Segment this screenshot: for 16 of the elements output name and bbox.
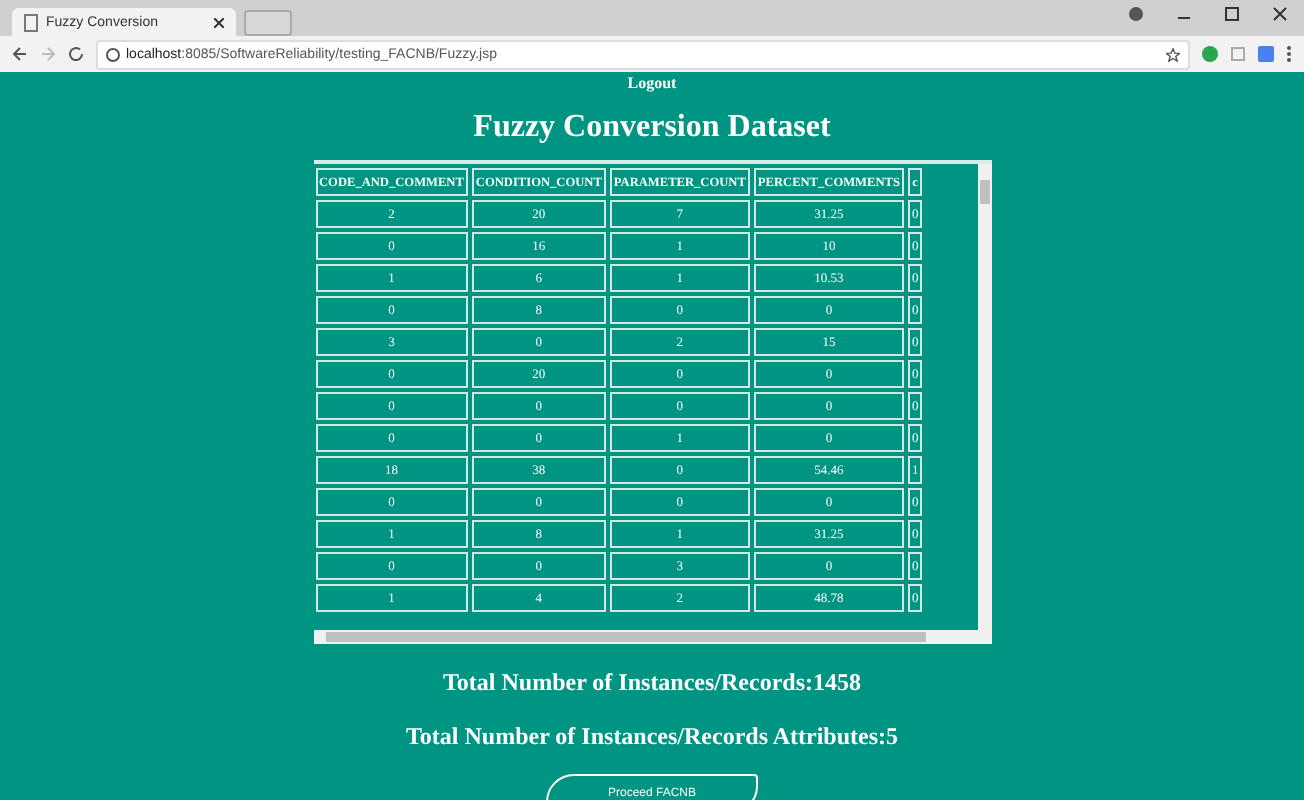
back-icon[interactable]	[12, 46, 28, 62]
close-icon[interactable]	[214, 17, 224, 27]
vertical-scrollbar[interactable]	[977, 164, 991, 644]
horizontal-scrollbar[interactable]	[313, 630, 977, 644]
summary-text: Total Number of Instances/Records:1458	[443, 668, 861, 698]
page-title: Fuzzy Conversion Dataset	[473, 110, 831, 146]
reload-icon[interactable]	[68, 46, 84, 62]
maximize-icon[interactable]	[1224, 6, 1240, 22]
logout-link[interactable]: Logout	[627, 74, 677, 92]
info-icon	[106, 47, 120, 61]
star-icon[interactable]	[1166, 47, 1180, 61]
summary-text: Total Number of Instances/Records Attributes:5	[406, 722, 898, 752]
page-icon	[24, 13, 38, 31]
account-icon[interactable]	[1128, 6, 1144, 22]
close-icon[interactable]	[1272, 6, 1288, 22]
menu-icon[interactable]	[1286, 46, 1292, 62]
